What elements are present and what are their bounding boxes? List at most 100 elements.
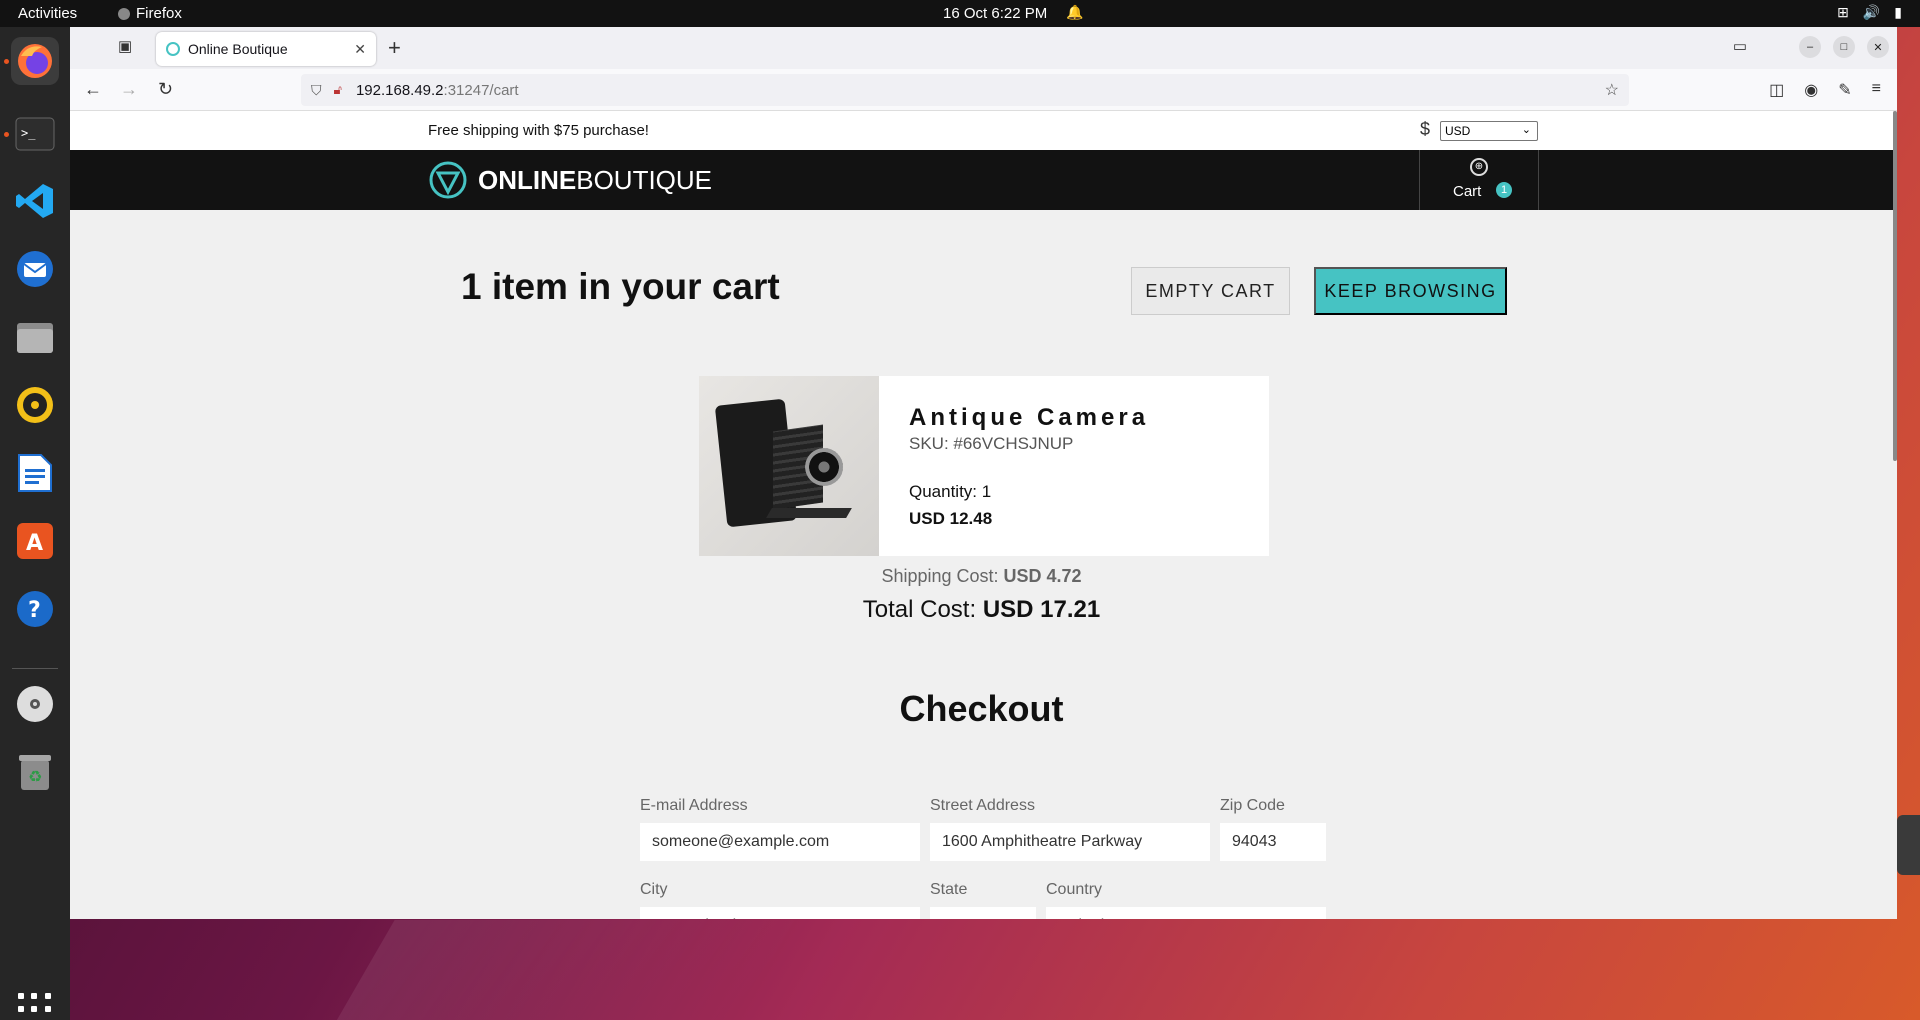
checkout-title: Checkout [899,688,1064,729]
product-image[interactable] [699,376,879,556]
insecure-lock-icon[interactable]: 🔓︎ [334,82,342,98]
firefox-small-icon [118,7,130,20]
tab-online-boutique[interactable]: Online Boutique ✕ [156,32,376,66]
close-window-icon[interactable]: ✕ [1867,36,1889,58]
tab-close-icon[interactable]: ✕ [354,41,366,58]
clock[interactable]: 16 Oct 6:22 PM [943,5,1047,22]
product-sku: SKU: #66VCHSJNUP [909,434,1074,453]
network-icon: ⊞ [1837,4,1849,20]
state-label: State [930,881,968,898]
account-icon[interactable]: ◉ [1804,80,1818,100]
shipping-cost: Shipping Cost: USD 4.72 [70,566,1893,587]
city-field[interactable] [640,907,920,919]
zip-code-field[interactable] [1220,823,1326,861]
currency-value: USD [1445,124,1471,138]
forward-icon[interactable]: → [120,79,138,100]
system-top-bar: Activities Firefox 16 Oct 6:22 PM 🔔 ⊞ 🔊 … [0,0,1920,27]
url-bar[interactable]: ⛉ 🔓︎ 192.168.49.2:31247/cart ☆ [301,74,1629,106]
maximize-icon[interactable]: □ [1833,36,1855,58]
site-favicon-icon [166,42,180,56]
promo-bar: Free shipping with $75 purchase! $ USD ⌄ [70,111,1893,150]
new-tab-icon[interactable]: + [388,35,401,61]
cart-item: Antique Camera SKU: #66VCHSJNUP Quantity… [699,376,1269,556]
header-cart-link[interactable]: ⊕ Cart 1 [1419,150,1539,210]
battery-icon: ▮ [1894,4,1902,20]
cart-label: Cart [1453,183,1482,200]
tracking-protection-icon[interactable]: ⛉ [311,82,322,99]
svg-text:♻: ♻ [28,767,42,786]
country-label: Country [1046,881,1103,898]
back-icon[interactable]: ← [84,79,102,100]
app-center-icon[interactable]: A [11,517,59,565]
cart-count-badge: 1 [1496,182,1512,198]
toolbar-right: ◫ ◉ ✎ ≡ [1769,80,1881,100]
system-tray[interactable]: ⊞ 🔊 ▮ [1837,4,1902,21]
running-indicator [4,59,9,64]
state-field[interactable] [930,907,1036,919]
thunderbird-icon[interactable] [11,245,59,293]
files-icon[interactable] [11,313,59,361]
running-indicator [4,132,9,137]
boutique-logo-icon [429,161,467,199]
rhythmbox-icon[interactable] [11,381,59,429]
notification-bell-icon: 🔔 [1066,4,1084,20]
tab-title: Online Boutique [188,41,288,57]
city-label: City [640,881,668,898]
country-field[interactable] [1046,907,1326,919]
total-value: USD 17.21 [982,596,1101,623]
extensions-icon[interactable]: ✎ [1838,80,1851,100]
url-path: :31247/cart [443,81,519,99]
svg-text:A: A [26,531,43,556]
trash-icon[interactable]: ♻ [11,748,59,796]
site-header: ONLINE BOUTIQUE ⊕ Cart 1 [70,150,1893,210]
street-address-field[interactable] [930,823,1210,861]
dock-separator [12,668,58,669]
writer-icon[interactable] [11,449,59,497]
shipping-value: USD 4.72 [1003,566,1082,586]
window-controls: – □ ✕ [1799,36,1889,58]
activities-button[interactable]: Activities [18,5,77,22]
firefox-window: ▣ Online Boutique ✕ + ▭ – □ ✕ ← → ↻ ⛉ 🔓︎… [70,27,1897,919]
desktop-home-icon[interactable] [1897,815,1920,875]
firefox-icon[interactable] [11,37,59,85]
product-price: USD 12.48 [909,509,993,528]
cart-icon: ⊕ [1470,158,1488,176]
cart-title: 1 item in your cart [461,266,780,307]
chevron-down-icon: ⌄ [1521,124,1531,136]
promo-message: Free shipping with $75 purchase! [428,122,649,139]
tab-bar: ▣ Online Boutique ✕ + ▭ – □ ✕ [70,27,1897,69]
list-all-tabs-icon[interactable]: ▭ [1733,37,1747,55]
minimize-icon[interactable]: – [1799,36,1821,58]
terminal-icon[interactable]: >_ [11,110,59,158]
show-applications-icon[interactable] [18,993,52,1020]
page-scrollbar[interactable] [1893,111,1897,461]
email-label: E-mail Address [640,797,748,814]
web-page: Free shipping with $75 purchase! $ USD ⌄… [70,111,1897,919]
volume-icon: 🔊 [1862,4,1881,20]
svg-text:>_: >_ [21,126,36,140]
currency-select[interactable]: USD ⌄ [1440,121,1538,141]
dvd-icon[interactable] [11,680,59,728]
firefox-view-icon[interactable]: ▣ [118,37,140,59]
empty-cart-button[interactable]: Empty Cart [1131,267,1290,315]
product-quantity: Quantity: 1 [909,482,992,501]
currency-symbol: $ [1420,119,1431,139]
total-cost: Total Cost: USD 17.21 [70,596,1893,624]
site-logo[interactable]: ONLINE BOUTIQUE [428,160,712,200]
pocket-icon[interactable]: ◫ [1769,80,1784,100]
reload-icon[interactable]: ↻ [158,79,173,100]
app-name: Firefox [136,5,182,22]
vscode-icon[interactable] [11,177,59,225]
total-label: Total Cost: [862,596,983,623]
zip-label: Zip Code [1220,797,1285,814]
logo-text-bold: ONLINE [478,164,577,195]
app-menu[interactable]: Firefox [118,5,182,22]
keep-browsing-button[interactable]: Keep Browsing [1314,267,1507,315]
logo-text-light: BOUTIQUE [576,164,713,195]
help-icon[interactable]: ? [11,585,59,633]
email-field[interactable] [640,823,920,861]
url-host: 192.168.49.2 [355,81,444,99]
product-name[interactable]: Antique Camera [909,404,1149,432]
menu-icon[interactable]: ≡ [1872,80,1881,100]
bookmark-star-icon[interactable]: ☆ [1605,80,1619,100]
